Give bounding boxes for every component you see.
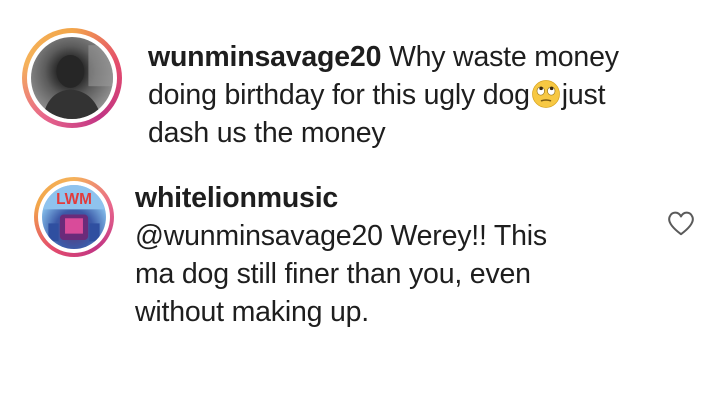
comment-body-line2: ma dog still finer than you, even bbox=[135, 258, 531, 290]
comment-body-line2-end: just bbox=[561, 79, 606, 111]
comment-username[interactable]: wunminsavage20 bbox=[148, 41, 381, 73]
person-silhouette-icon bbox=[42, 45, 113, 119]
comment-username[interactable]: whitelionmusic bbox=[135, 182, 338, 214]
music-logo-icon: LWM bbox=[42, 185, 106, 242]
comment-body-line3: dash us the money bbox=[148, 117, 386, 149]
comment-body-line2: doing birthday for this ugly dog bbox=[148, 79, 530, 111]
like-button[interactable] bbox=[666, 209, 696, 237]
mention-link[interactable]: @wunminsavage20 bbox=[135, 220, 383, 252]
comment-2: LWM whitelionmusic @wunminsavage20 Werey… bbox=[0, 165, 720, 365]
face-with-rolling-eyes-emoji-icon bbox=[531, 79, 561, 109]
comment-body-line3: without making up. bbox=[135, 296, 370, 328]
avatar[interactable]: LWM bbox=[34, 177, 114, 257]
comment-body-line1: Why waste money bbox=[388, 41, 619, 73]
profile-photo bbox=[31, 37, 113, 119]
profile-photo: LWM bbox=[42, 185, 106, 249]
avatar-logo-text: LWM bbox=[56, 191, 92, 208]
avatar[interactable] bbox=[22, 28, 122, 128]
comment-text: whitelionmusic @wunminsavage20 Werey!! T… bbox=[135, 179, 655, 331]
heart-icon bbox=[668, 211, 694, 236]
comment-1: wunminsavage20 Why waste money doing bir… bbox=[0, 18, 720, 158]
comment-body-line1: Werey!! This bbox=[390, 220, 547, 252]
comment-text: wunminsavage20 Why waste money doing bir… bbox=[148, 38, 720, 152]
